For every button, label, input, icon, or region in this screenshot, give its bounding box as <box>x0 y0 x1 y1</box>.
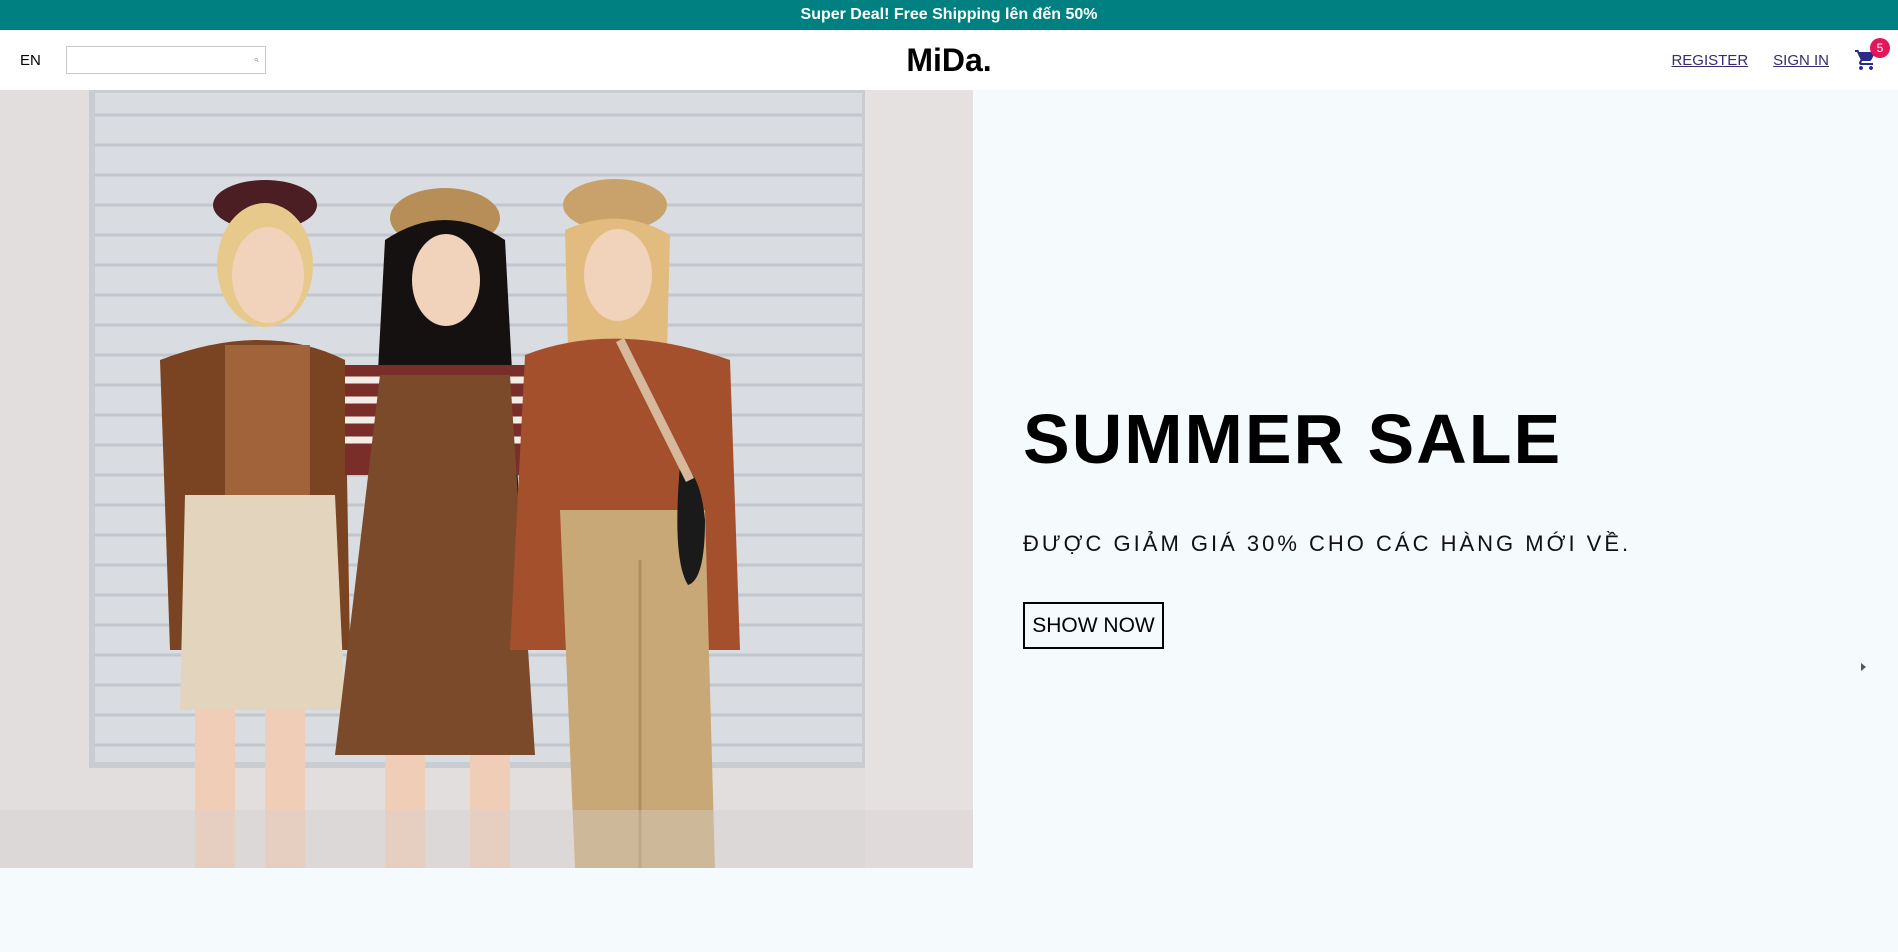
site-logo[interactable]: MiDa. <box>906 42 991 79</box>
hero-slider: SUMMER SALE ĐƯỢC GIẢM GIÁ 30% CHO CÁC HÀ… <box>0 90 1898 952</box>
cart-count-badge: 5 <box>1870 38 1890 58</box>
register-link[interactable]: REGISTER <box>1671 52 1748 69</box>
navbar: EN MiDa. REGISTER SIGN IN 5 <box>0 30 1898 90</box>
search-icon[interactable] <box>254 53 259 67</box>
sign-in-link[interactable]: SIGN IN <box>1773 52 1829 69</box>
cart-button[interactable]: 5 <box>1854 38 1890 72</box>
show-now-button[interactable]: SHOW NOW <box>1023 602 1164 649</box>
nav-right: REGISTER SIGN IN 5 <box>1578 38 1890 72</box>
slide-description: ĐƯỢC GIẢM GIÁ 30% CHO CÁC HÀNG MỚI VỀ. <box>1023 531 1632 556</box>
slide-info: SUMMER SALE ĐƯỢC GIẢM GIÁ 30% CHO CÁC HÀ… <box>973 90 1898 868</box>
nav-left: EN <box>20 46 320 74</box>
slide-image <box>0 90 973 868</box>
fashion-models-image <box>0 90 973 868</box>
slide-title: SUMMER SALE <box>1023 400 1563 478</box>
search-container <box>65 46 266 74</box>
arrow-right-icon <box>1861 663 1866 671</box>
announcement-bar: Super Deal! Free Shipping lên đến 50% <box>0 0 1898 30</box>
slider-next-button[interactable] <box>1838 642 1888 692</box>
announcement-text: Super Deal! Free Shipping lên đến 50% <box>800 6 1098 23</box>
slide: SUMMER SALE ĐƯỢC GIẢM GIÁ 30% CHO CÁC HÀ… <box>0 90 1898 868</box>
language-selector[interactable]: EN <box>20 52 41 69</box>
search-input[interactable] <box>72 47 254 73</box>
